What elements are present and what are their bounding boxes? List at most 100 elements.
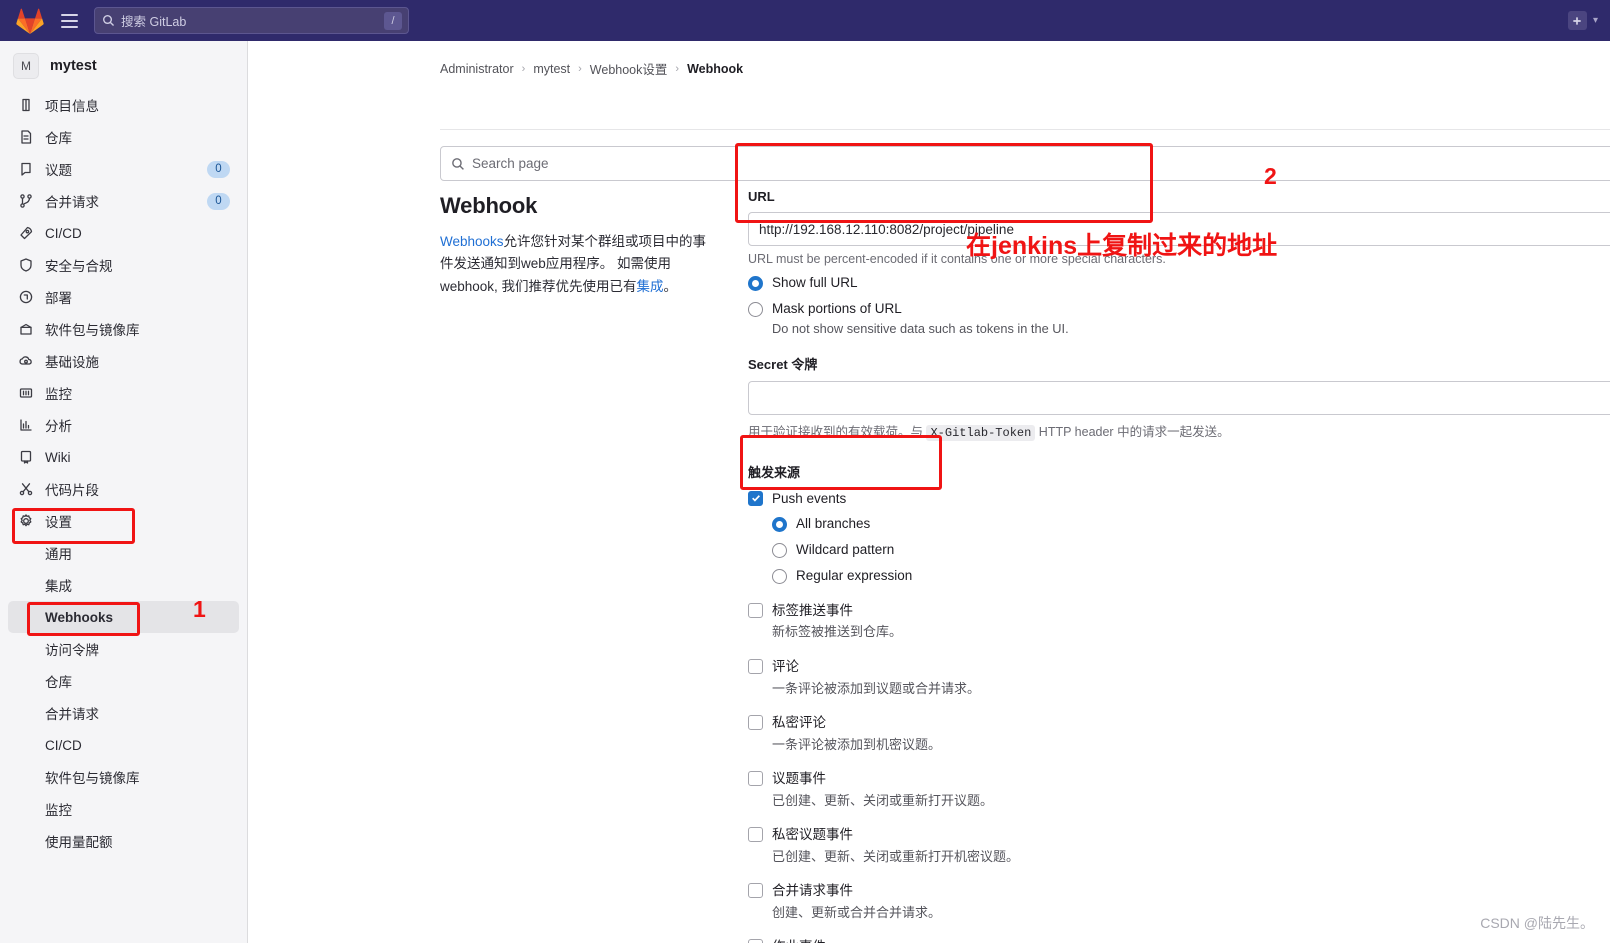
sidebar-subitem-3[interactable]: 访问令牌 bbox=[8, 633, 239, 665]
sidebar-item-8[interactable]: 基础设施 bbox=[8, 345, 239, 377]
sidebar-item-label: 合并请求 bbox=[45, 195, 99, 210]
sidebar-subitem-label: 集成 bbox=[45, 579, 72, 594]
project-header[interactable]: M mytest bbox=[0, 41, 247, 89]
sidebar-subitem-1[interactable]: 集成 bbox=[8, 569, 239, 601]
sidebar-item-label: 安全与合规 bbox=[45, 259, 113, 274]
event-checkbox-row-0[interactable]: 标签推送事件 新标签被推送到仓库。 bbox=[748, 602, 1610, 641]
event-checkbox-row-3[interactable]: 议题事件 已创建、更新、关闭或重新打开议题。 bbox=[748, 770, 1610, 809]
breadcrumb-item-2[interactable]: Webhook设置 bbox=[590, 59, 668, 78]
sidebar-item-2[interactable]: 议题 0 bbox=[8, 153, 239, 185]
event-checkbox[interactable] bbox=[748, 827, 763, 843]
event-checkbox-description: 创建、更新或合并合并请求。 bbox=[772, 904, 942, 920]
search-page-input[interactable]: Search page bbox=[440, 146, 1610, 181]
snippet-icon bbox=[16, 481, 36, 498]
search-page-placeholder: Search page bbox=[472, 156, 549, 171]
sidebar-subitem-label: Webhooks bbox=[45, 609, 114, 625]
branch-option-label: All branches bbox=[796, 516, 871, 532]
sidebar-item-0[interactable]: 项目信息 bbox=[8, 89, 239, 121]
event-checkbox-list: 标签推送事件 新标签被推送到仓库。 评论 一条评论被添加到议题或合并请求。 私密评论 一条… bbox=[748, 602, 1610, 943]
search-shortcut-key: / bbox=[384, 12, 402, 30]
sidebar-subitem-7[interactable]: 软件包与镜像库 bbox=[8, 761, 239, 793]
sidebar-subitem-5[interactable]: 合并请求 bbox=[8, 697, 239, 729]
push-events-row[interactable]: Push events bbox=[748, 490, 1610, 508]
secret-token-input[interactable] bbox=[748, 380, 1610, 415]
sidebar-item-9[interactable]: 监控 bbox=[8, 377, 239, 409]
branch-option-2[interactable]: Regular expression bbox=[772, 568, 1610, 585]
event-checkbox-row-6[interactable]: 作业事件 bbox=[748, 938, 1610, 943]
event-checkbox-row-1[interactable]: 评论 一条评论被添加到议题或合并请求。 bbox=[748, 658, 1610, 697]
webhooks-doc-link[interactable]: Webhooks bbox=[440, 234, 504, 249]
url-visibility-label: Show full URL bbox=[772, 275, 858, 290]
project-avatar: M bbox=[13, 53, 39, 79]
push-events-checkbox[interactable] bbox=[748, 490, 763, 506]
sidebar-item-12[interactable]: 代码片段 bbox=[8, 473, 239, 505]
webhook-intro-column: Webhook Webhooks允许您针对某个群组或项目中的事件发送通知到web… bbox=[440, 193, 710, 298]
sidebar-subitem-label: 合并请求 bbox=[45, 707, 99, 722]
chevron-down-icon[interactable]: ▾ bbox=[1593, 15, 1598, 26]
sidebar-subitem-label: 软件包与镜像库 bbox=[45, 771, 140, 786]
radio-icon[interactable] bbox=[748, 301, 763, 317]
url-visibility-option-1[interactable]: Mask portions of URL Do not show sensitiv… bbox=[748, 301, 1610, 336]
sidebar-item-11[interactable]: Wiki bbox=[8, 441, 239, 473]
sidebar-item-13[interactable]: 设置 bbox=[8, 505, 239, 537]
event-checkbox[interactable] bbox=[748, 602, 763, 618]
sidebar-item-label: 分析 bbox=[45, 419, 72, 434]
push-events-label: Push events bbox=[772, 490, 847, 506]
sidebar-item-10[interactable]: 分析 bbox=[8, 409, 239, 441]
event-checkbox-row-4[interactable]: 私密议题事件 已创建、更新、关闭或重新打开机密议题。 bbox=[748, 826, 1610, 865]
event-checkbox[interactable] bbox=[748, 715, 763, 731]
hamburger-menu-icon[interactable] bbox=[56, 8, 82, 34]
sidebar-subitem-4[interactable]: 仓库 bbox=[8, 665, 239, 697]
project-name: mytest bbox=[50, 58, 97, 74]
event-checkbox[interactable] bbox=[748, 939, 763, 943]
url-label: URL bbox=[748, 189, 775, 204]
sidebar-subitem-label: 通用 bbox=[45, 547, 72, 562]
sidebar-item-5[interactable]: 安全与合规 bbox=[8, 249, 239, 281]
secret-token-hint: 用于验证接收到的有效载荷。与 X-Gitlab-Token HTTP heade… bbox=[748, 421, 1610, 441]
breadcrumb-item-0[interactable]: Administrator bbox=[440, 62, 514, 76]
sidebar-subitem-6[interactable]: CI/CD bbox=[8, 729, 239, 761]
plus-icon[interactable] bbox=[1567, 11, 1587, 30]
sidebar-item-label: Wiki bbox=[45, 449, 71, 465]
sidebar-item-3[interactable]: 合并请求 0 bbox=[8, 185, 239, 217]
radio-icon[interactable] bbox=[772, 543, 787, 559]
gitlab-logo-icon[interactable] bbox=[16, 8, 44, 34]
event-checkbox-description: 已创建、更新、关闭或重新打开机密议题。 bbox=[772, 848, 1020, 864]
global-search-input[interactable]: 搜索 GitLab / bbox=[94, 7, 409, 34]
sidebar-item-label: 议题 bbox=[45, 163, 72, 178]
top-bar-actions: ▾ bbox=[1567, 11, 1600, 30]
event-checkbox-description: 一条评论被添加到机密议题。 bbox=[772, 736, 942, 752]
url-visibility-option-0[interactable]: Show full URL bbox=[748, 275, 1610, 292]
sidebar-subitem-9[interactable]: 使用量配额 bbox=[8, 825, 239, 857]
sidebar-item-6[interactable]: 部署 bbox=[8, 281, 239, 313]
sidebar-subitem-0[interactable]: 通用 bbox=[8, 537, 239, 569]
event-checkbox[interactable] bbox=[748, 659, 763, 675]
integrations-link[interactable]: 集成 bbox=[637, 279, 664, 294]
radio-icon[interactable] bbox=[772, 569, 787, 585]
radio-icon[interactable] bbox=[748, 276, 763, 291]
gitlab-token-header-code: X-Gitlab-Token bbox=[926, 424, 1036, 441]
breadcrumb-separator: › bbox=[578, 62, 582, 75]
sidebar-item-1[interactable]: 仓库 bbox=[8, 121, 239, 153]
sidebar-subitem-2[interactable]: Webhooks bbox=[8, 601, 239, 633]
sidebar-item-label: 项目信息 bbox=[45, 99, 99, 114]
issues-icon bbox=[16, 161, 36, 178]
sidebar-subitem-label: 访问令牌 bbox=[45, 643, 99, 658]
deploy-icon bbox=[16, 289, 36, 306]
sidebar-item-7[interactable]: 软件包与镜像库 bbox=[8, 313, 239, 345]
branch-option-label: Wildcard pattern bbox=[796, 542, 895, 558]
branch-option-0[interactable]: All branches bbox=[772, 516, 1610, 533]
event-checkbox[interactable] bbox=[748, 771, 763, 787]
breadcrumb-item-1[interactable]: mytest bbox=[533, 62, 570, 76]
event-checkbox-row-2[interactable]: 私密评论 一条评论被添加到机密议题。 bbox=[748, 714, 1610, 753]
sidebar-item-4[interactable]: CI/CD bbox=[8, 217, 239, 249]
monitor-icon bbox=[16, 385, 36, 402]
radio-icon[interactable] bbox=[772, 517, 787, 533]
branch-option-label: Regular expression bbox=[796, 568, 913, 584]
event-checkbox[interactable] bbox=[748, 883, 763, 899]
url-input[interactable]: http://192.168.12.110:8082/project/pipel… bbox=[748, 212, 1610, 246]
event-checkbox-description: 一条评论被添加到议题或合并请求。 bbox=[772, 680, 981, 696]
sidebar-subitem-8[interactable]: 监控 bbox=[8, 793, 239, 825]
sidebar-subitem-label: 监控 bbox=[45, 803, 72, 818]
branch-option-1[interactable]: Wildcard pattern bbox=[772, 542, 1610, 559]
